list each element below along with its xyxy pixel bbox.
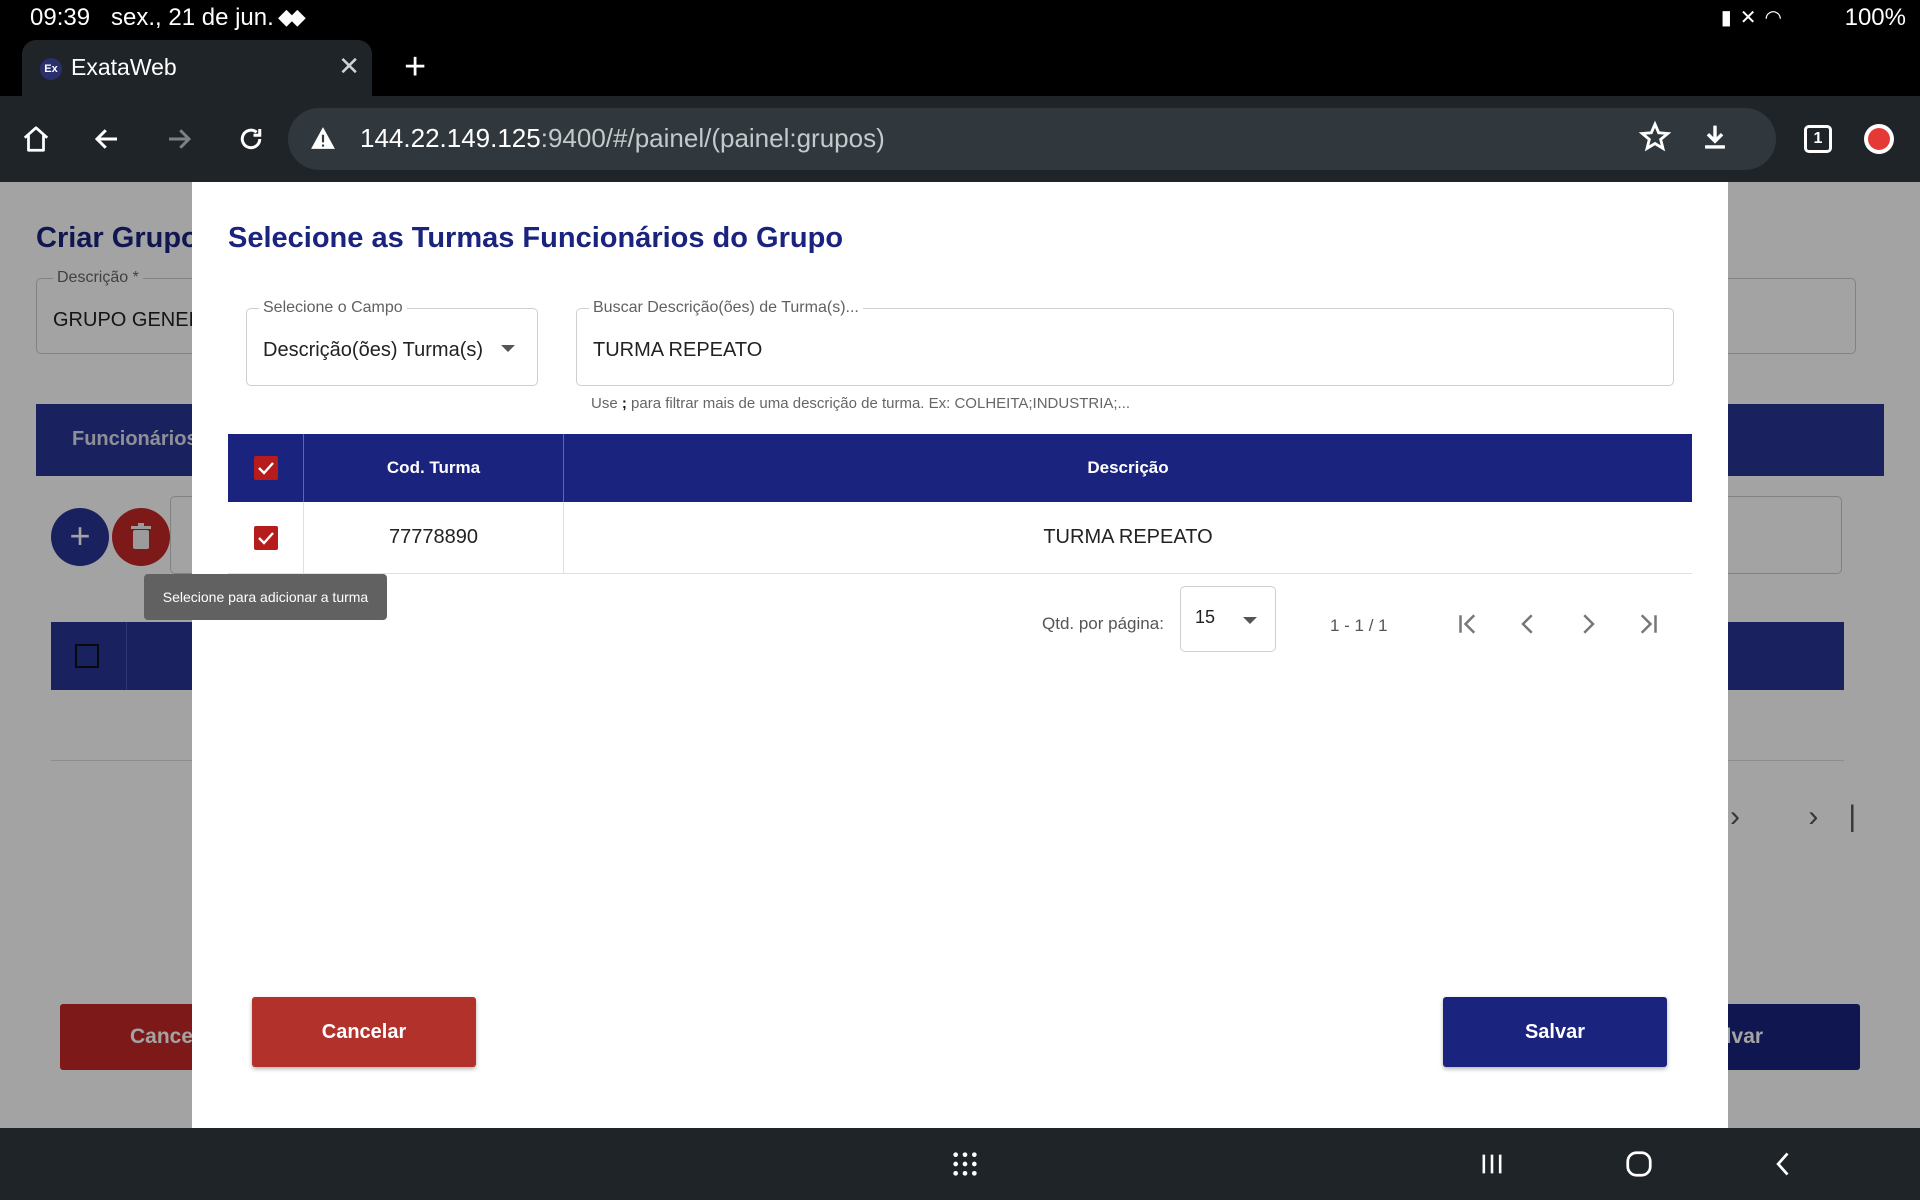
page-size-value: 15 <box>1195 607 1216 627</box>
system-navbar <box>0 1128 1920 1200</box>
sd-card-icon: ▮ <box>1720 7 1740 29</box>
reload-icon[interactable] <box>230 118 272 160</box>
tab-strip: Ex ExataWeb ✕ + <box>0 36 1920 96</box>
address-bar[interactable]: 144.22.149.125:9400/#/painel/(painel:gru… <box>288 108 1776 170</box>
download-icon[interactable] <box>1698 120 1732 159</box>
cell-cod-turma: 77778890 <box>304 502 564 574</box>
campo-select[interactable]: Selecione o Campo Descrição(ões) Turma(s… <box>246 299 538 386</box>
cell-descricao: TURMA REPEATO <box>1043 526 1213 548</box>
app-drawer-icon[interactable] <box>947 1146 983 1182</box>
page-range: 1 - 1 / 1 <box>1330 616 1388 635</box>
table-header: Cod. Turma Descrição <box>228 434 1692 502</box>
header-checkbox-cell <box>228 434 304 502</box>
status-date: sex., 21 de jun. <box>111 4 274 31</box>
favicon-icon: Ex <box>40 58 62 80</box>
back-icon[interactable] <box>86 118 128 160</box>
star-icon[interactable] <box>1638 120 1672 159</box>
system-status-icons: ▮✕◠ <box>1721 5 1790 30</box>
page-size-label: Qtd. por página: <box>1042 614 1164 633</box>
row-checkbox-cell <box>228 502 304 574</box>
row-checkbox[interactable] <box>254 526 278 550</box>
tab-title: ExataWeb <box>71 54 177 80</box>
dialog-title: Selecione as Turmas Funcionários do Grup… <box>228 222 844 254</box>
search-input-label: Buscar Descrição(ões) de Turma(s)... <box>589 299 863 317</box>
last-page-icon[interactable] <box>1628 604 1668 644</box>
previous-page-icon[interactable] <box>1508 604 1548 644</box>
select-turmas-dialog: Selecione as Turmas Funcionários do Grup… <box>192 182 1728 1128</box>
browser-toolbar: 144.22.149.125:9400/#/painel/(painel:gru… <box>0 96 1920 182</box>
mute-icon: ✕ <box>1739 7 1765 29</box>
first-page-icon[interactable] <box>1448 604 1488 644</box>
nearby-share-icon: ◆◆ <box>278 4 306 29</box>
search-input[interactable]: Buscar Descrição(ões) de Turma(s)... TUR… <box>576 299 1674 386</box>
column-header-descricao[interactable]: Descrição <box>564 434 1692 502</box>
close-tab-icon[interactable]: ✕ <box>338 50 360 82</box>
hint-text-start: Use <box>591 395 622 412</box>
status-bar: 09:39 sex., 21 de jun. ◆◆ ▮✕◠ 100% <box>0 0 1920 36</box>
chevron-down-icon <box>1243 617 1257 624</box>
status-time: 09:39 <box>30 4 91 31</box>
page-size-select[interactable]: 15 <box>1180 586 1276 652</box>
search-hint: Use ; para filtrar mais de uma descrição… <box>591 395 1130 412</box>
browser-tab[interactable]: Ex ExataWeb ✕ <box>22 40 372 96</box>
url-path: :9400/#/painel/(painel:grupos) <box>540 123 885 153</box>
new-tab-icon[interactable]: + <box>404 42 426 92</box>
tab-switcher-icon[interactable]: 1 <box>1804 125 1832 153</box>
table-row[interactable]: 77778890 TURMA REPEATO <box>228 502 1692 574</box>
campo-select-value: Descrição(ões) Turma(s) <box>263 339 484 361</box>
url-host: 144.22.149.125 <box>360 123 541 153</box>
select-all-checkbox[interactable] <box>254 456 278 480</box>
save-button[interactable]: Salvar <box>1443 997 1667 1067</box>
upgrade-icon[interactable] <box>1864 124 1894 154</box>
back-nav-icon[interactable] <box>1766 1146 1802 1182</box>
home-icon[interactable] <box>15 118 57 160</box>
wifi-icon: ◠ <box>1764 7 1790 29</box>
recent-apps-icon[interactable] <box>1474 1146 1510 1182</box>
chevron-down-icon <box>501 345 515 352</box>
next-page-icon[interactable] <box>1568 604 1608 644</box>
tooltip: Selecione para adicionar a turma <box>144 574 387 620</box>
hint-text-end: para filtrar mais de uma descrição de tu… <box>626 395 1131 412</box>
warning-icon[interactable] <box>310 126 336 155</box>
search-input-value[interactable]: TURMA REPEATO <box>593 339 762 362</box>
forward-icon[interactable] <box>158 118 200 160</box>
home-nav-icon[interactable] <box>1621 1146 1657 1182</box>
url-text[interactable]: 144.22.149.125:9400/#/painel/(painel:gru… <box>360 123 885 154</box>
campo-select-label: Selecione o Campo <box>259 299 407 317</box>
column-header-cod[interactable]: Cod. Turma <box>304 434 564 502</box>
cancel-button[interactable]: Cancelar <box>252 997 476 1067</box>
battery-level: 100% <box>1844 4 1906 31</box>
